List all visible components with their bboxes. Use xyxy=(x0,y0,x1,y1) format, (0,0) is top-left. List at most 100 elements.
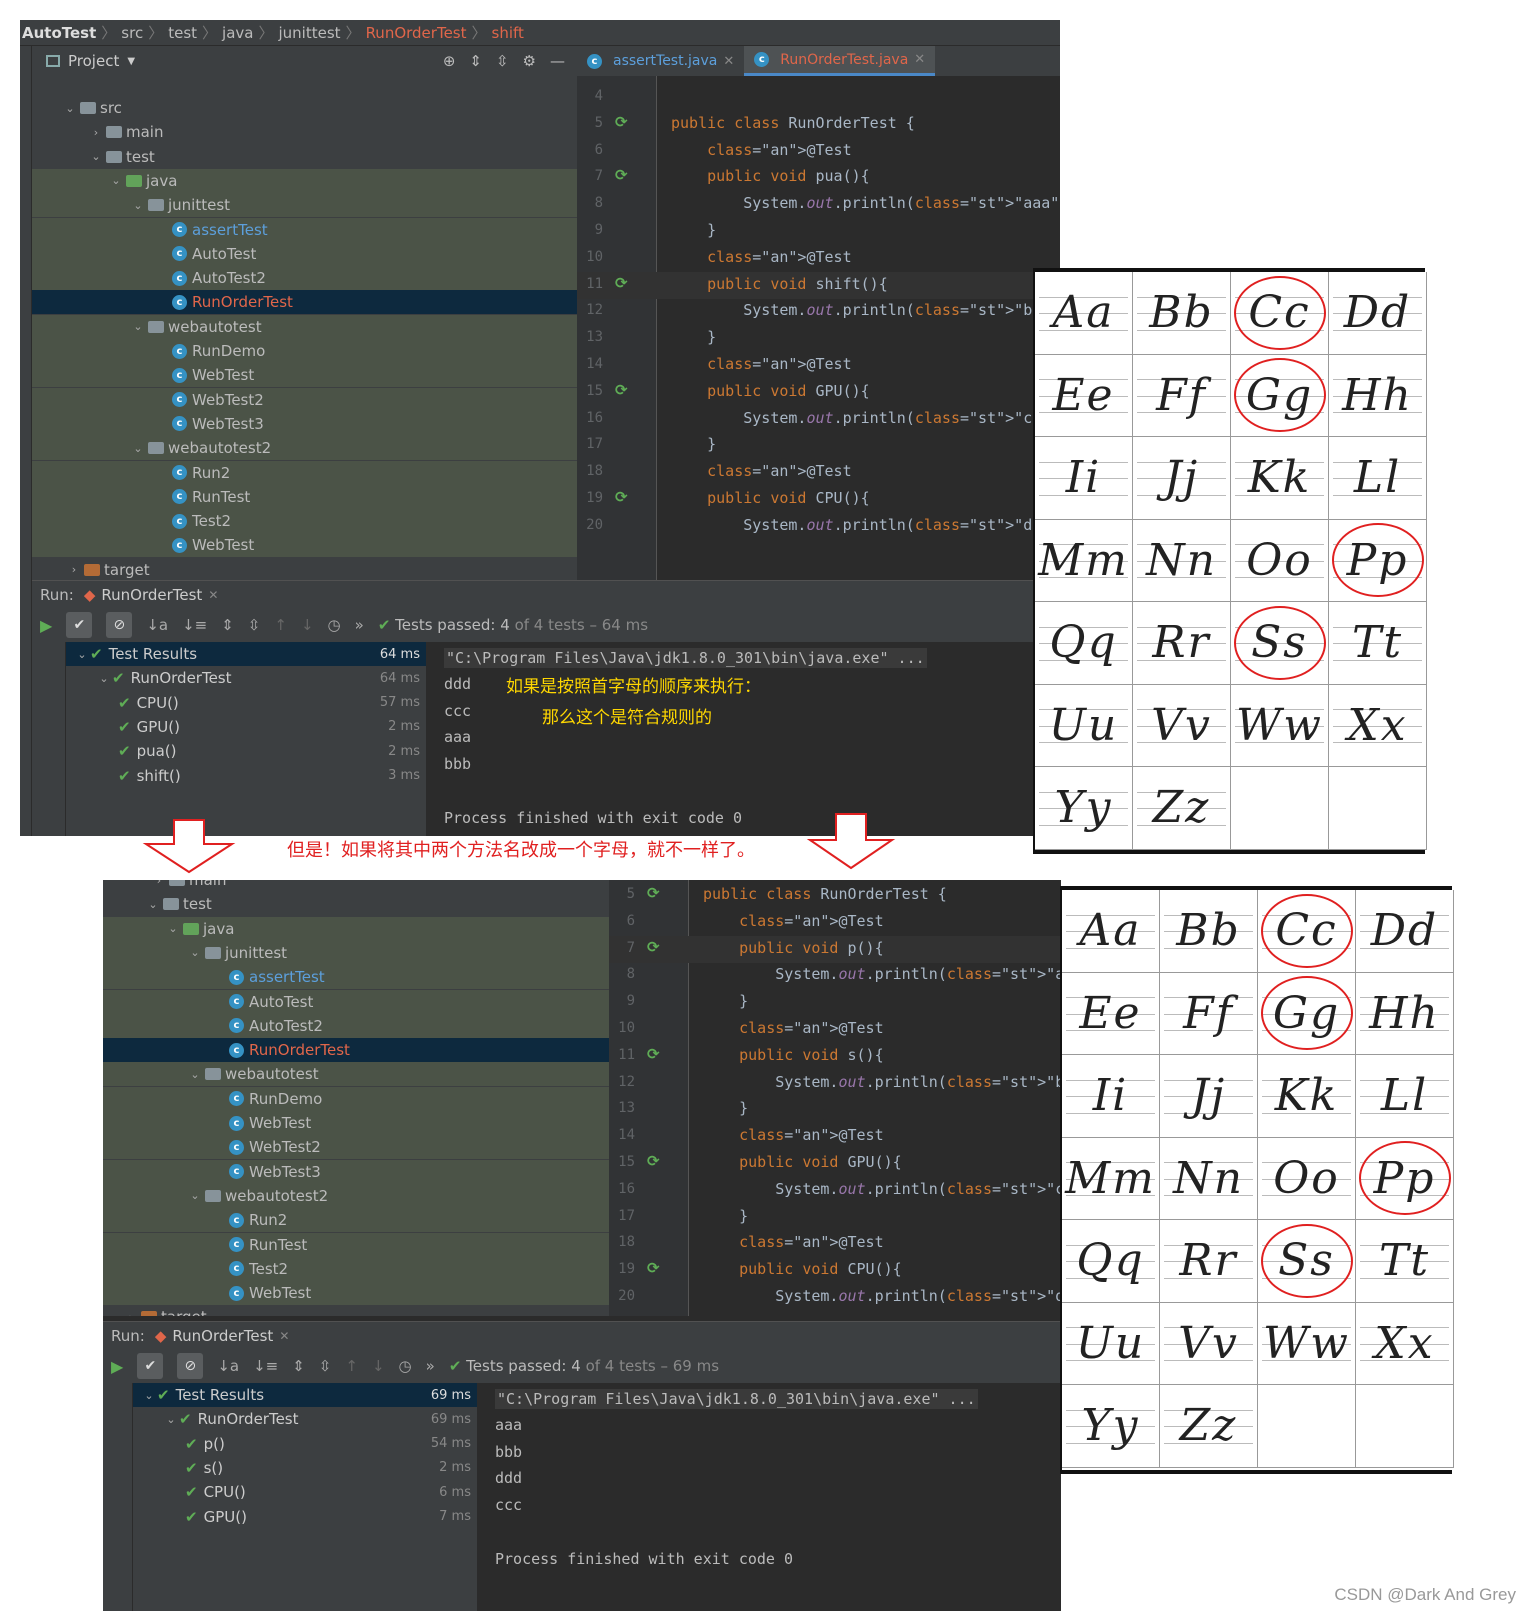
history-icon[interactable]: ◷ xyxy=(399,1357,412,1375)
tree-item[interactable]: c WebTest3 xyxy=(32,411,577,436)
tree-item[interactable]: ⌄ webautotest xyxy=(32,314,577,339)
code-area[interactable]: 4 5 ⟳ public class RunOrderTest {6 class="a… xyxy=(577,76,1060,580)
tree-item[interactable]: c WebTest xyxy=(103,1281,609,1306)
tab-runordertest[interactable]: c RunOrderTest.java ✕ xyxy=(744,46,936,76)
chevron-down-icon[interactable]: ⌄ xyxy=(130,199,146,212)
test-result-row[interactable]: ⌄ ✔ RunOrderTest 64 ms xyxy=(66,666,426,690)
close-icon[interactable]: ✕ xyxy=(279,1329,289,1343)
collapse-all-icon[interactable]: ⇳ xyxy=(248,616,261,634)
chevron-right-icon[interactable]: › xyxy=(151,880,167,887)
chevron-down-icon[interactable]: ⌄ xyxy=(130,320,146,333)
close-icon[interactable]: ✕ xyxy=(208,588,218,602)
run-test-gutter-icon[interactable]: ⟳ xyxy=(615,381,628,399)
tree-item[interactable]: c WebTest xyxy=(103,1111,609,1135)
breadcrumb-item[interactable]: AutoTest xyxy=(22,24,96,42)
tree-item[interactable]: › main xyxy=(103,880,609,892)
tree-item[interactable]: c Test2 xyxy=(103,1256,609,1281)
test-result-row[interactable]: ⌄ ✔ Test Results 64 ms xyxy=(66,642,426,666)
rerun-icon[interactable]: ▶ xyxy=(40,616,52,635)
arrow-down-icon[interactable]: ↓ xyxy=(372,1357,385,1375)
gear-icon[interactable]: ⚙ xyxy=(523,52,536,70)
locate-icon[interactable]: ⊕ xyxy=(443,52,456,70)
tree-item[interactable]: ⌄ junittest xyxy=(103,940,609,965)
show-ignored-button[interactable]: ⊘ xyxy=(177,1353,204,1379)
chevron-down-icon[interactable]: ⌄ xyxy=(96,672,112,685)
test-result-row[interactable]: ✔ p() 54 ms xyxy=(133,1432,477,1456)
tree-item[interactable]: › main xyxy=(32,120,577,144)
run-test-gutter-icon[interactable]: ⟳ xyxy=(615,274,628,292)
test-result-row[interactable]: ✔ pua() 2 ms xyxy=(66,739,426,763)
close-icon[interactable]: ✕ xyxy=(914,52,925,67)
test-result-row[interactable]: ⌄ ✔ Test Results 69 ms xyxy=(133,1383,477,1407)
show-passed-button[interactable]: ✔ xyxy=(66,612,93,638)
tree-item[interactable]: c Run2 xyxy=(32,460,577,485)
tree-item[interactable]: c AutoTest2 xyxy=(32,266,577,291)
run-test-gutter-icon[interactable]: ⟳ xyxy=(615,166,628,184)
show-ignored-button[interactable]: ⊘ xyxy=(106,612,133,638)
tree-item[interactable]: c WebTest3 xyxy=(103,1159,609,1184)
chevron-down-icon[interactable]: ⌄ xyxy=(187,1189,203,1202)
chevron-down-icon[interactable]: ▼ xyxy=(127,56,135,67)
run-tab[interactable]: ◆ RunOrderTest ✕ xyxy=(84,586,219,604)
breadcrumb-item[interactable]: test xyxy=(168,24,197,42)
show-passed-button[interactable]: ✔ xyxy=(137,1353,164,1379)
arrow-down-icon[interactable]: ↓ xyxy=(301,616,314,634)
tree-item[interactable]: c WebTest xyxy=(32,533,577,558)
tree-item[interactable]: c RunDemo xyxy=(32,339,577,363)
tree-item[interactable]: c AutoTest xyxy=(103,989,609,1014)
tree-item[interactable]: ⌄ java xyxy=(32,168,577,193)
run-test-gutter-icon[interactable]: ⟳ xyxy=(647,1259,660,1277)
more-icon[interactable]: » xyxy=(426,1357,435,1375)
chevron-down-icon[interactable]: ⌄ xyxy=(163,1413,179,1426)
chevron-down-icon[interactable]: ⌄ xyxy=(88,150,104,163)
breadcrumb-item[interactable]: RunOrderTest xyxy=(366,24,467,42)
breadcrumb-item[interactable]: shift xyxy=(492,24,524,42)
run-test-gutter-icon[interactable]: ⟳ xyxy=(615,113,628,131)
tree-item[interactable]: c assertTest xyxy=(32,217,577,242)
run-test-gutter-icon[interactable]: ⟳ xyxy=(647,1045,660,1063)
run-test-gutter-icon[interactable]: ⟳ xyxy=(647,1152,660,1170)
arrow-up-icon[interactable]: ↑ xyxy=(345,1357,358,1375)
arrow-up-icon[interactable]: ↑ xyxy=(274,616,287,634)
run-test-gutter-icon[interactable]: ⟳ xyxy=(647,884,660,902)
tree-item[interactable]: c WebTest2 xyxy=(32,387,577,412)
chevron-down-icon[interactable]: ⌄ xyxy=(108,174,124,187)
chevron-right-icon[interactable]: › xyxy=(123,1311,139,1316)
breadcrumb-item[interactable]: java xyxy=(222,24,253,42)
breadcrumb-item[interactable]: junittest xyxy=(279,24,341,42)
chevron-right-icon[interactable]: › xyxy=(66,563,82,576)
tree-item[interactable]: › target xyxy=(32,558,577,580)
run-test-gutter-icon[interactable]: ⟳ xyxy=(647,938,660,956)
test-result-row[interactable]: ✔ shift() 3 ms xyxy=(66,764,426,788)
tree-item[interactable]: c Test2 xyxy=(32,509,577,534)
tree-item[interactable]: ⌄ test xyxy=(103,892,609,916)
chevron-down-icon[interactable]: ⌄ xyxy=(145,898,161,911)
chevron-down-icon[interactable]: ⌄ xyxy=(130,442,146,455)
test-result-row[interactable]: ✔ GPU() 7 ms xyxy=(133,1505,477,1529)
test-result-row[interactable]: ✔ s() 2 ms xyxy=(133,1456,477,1480)
code-area[interactable]: 5 ⟳ public class RunOrderTest {6 class="an… xyxy=(609,880,1061,1316)
history-icon[interactable]: ◷ xyxy=(328,616,341,634)
test-result-row[interactable]: ✔ CPU() 6 ms xyxy=(133,1480,477,1504)
chevron-down-icon[interactable]: ⌄ xyxy=(187,1068,203,1081)
tab-asserttest[interactable]: c assertTest.java ✕ xyxy=(577,46,744,76)
collapse-all-icon[interactable]: ⇳ xyxy=(496,52,509,70)
tree-item[interactable]: ⌄ junittest xyxy=(32,193,577,218)
chevron-down-icon[interactable]: ⌄ xyxy=(187,946,203,959)
project-label[interactable]: Project xyxy=(68,52,119,70)
chevron-down-icon[interactable]: ⌄ xyxy=(62,102,78,115)
tree-item[interactable]: ⌄ webautotest2 xyxy=(32,436,577,461)
tree-item[interactable]: c assertTest xyxy=(103,965,609,990)
tree-item[interactable]: c RunOrderTest xyxy=(32,290,577,315)
test-result-row[interactable]: ✔ CPU() 57 ms xyxy=(66,691,426,715)
run-test-gutter-icon[interactable]: ⟳ xyxy=(615,488,628,506)
tree-item[interactable]: ⌄ webautotest xyxy=(103,1062,609,1087)
chevron-right-icon[interactable]: › xyxy=(88,126,104,139)
tree-item[interactable]: c RunTest xyxy=(103,1232,609,1257)
tree-item[interactable]: c WebTest2 xyxy=(103,1135,609,1160)
sort-alpha-icon[interactable]: ↓a xyxy=(146,616,168,634)
tree-item[interactable]: ⌄ java xyxy=(103,916,609,941)
tree-item[interactable]: c RunOrderTest xyxy=(103,1038,609,1063)
chevron-down-icon[interactable]: ⌄ xyxy=(165,922,181,935)
expand-all-icon[interactable]: ⇕ xyxy=(292,1357,305,1375)
